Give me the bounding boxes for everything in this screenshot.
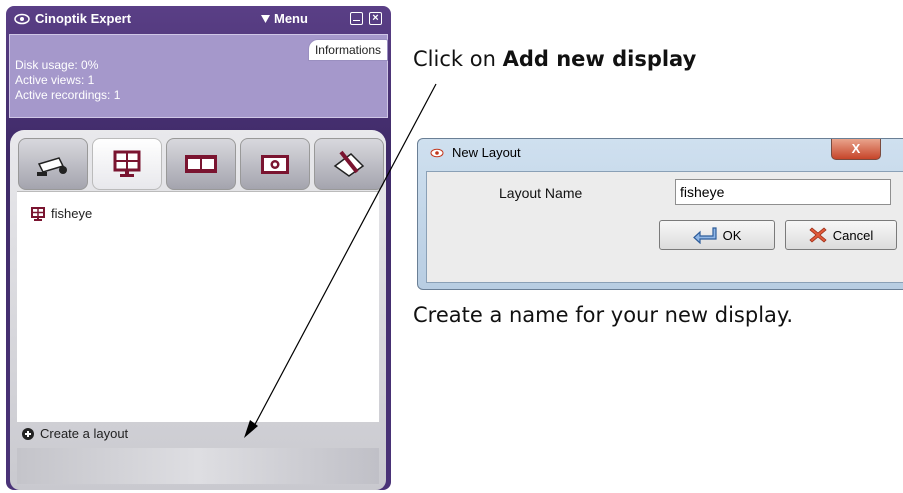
minimize-button[interactable] xyxy=(350,12,363,25)
app-titlebar: Cinoptik Expert Menu × xyxy=(6,6,391,34)
menu-button[interactable]: Menu xyxy=(261,11,308,26)
new-layout-dialog: New Layout X Layout Name fisheye OK Canc… xyxy=(417,138,903,290)
cancel-x-icon xyxy=(809,227,827,243)
tools-icon xyxy=(333,150,365,177)
main-panel: fisheye Create a layout xyxy=(10,130,386,490)
create-layout-button[interactable]: Create a layout xyxy=(22,426,128,441)
menu-label: Menu xyxy=(274,11,308,26)
tab-settings[interactable] xyxy=(314,138,384,190)
add-circle-icon xyxy=(22,427,34,440)
dialog-titlebar: New Layout xyxy=(430,145,521,160)
app-title-text: Cinoptik Expert xyxy=(35,11,132,26)
return-arrow-icon xyxy=(692,227,717,244)
dialog-body: Layout Name fisheye OK Cancel xyxy=(426,171,903,283)
cancel-label: Cancel xyxy=(832,227,874,243)
menu-triangle-icon xyxy=(261,14,270,23)
camera-icon xyxy=(37,157,67,176)
tab-layouts[interactable] xyxy=(92,138,162,190)
instruction-top-prefix: Click on xyxy=(413,47,503,71)
layout-item-label: fisheye xyxy=(51,206,93,221)
info-panel: Informations Disk usage: 0% Active views… xyxy=(9,34,388,118)
instruction-top-bold: Add new display xyxy=(502,47,697,71)
instruction-top: Click on Add new display xyxy=(413,47,696,71)
dialog-close-button[interactable]: X xyxy=(831,139,881,160)
create-layout-label: Create a layout xyxy=(40,426,129,441)
cinoptik-window: Cinoptik Expert Menu × Informations Disk… xyxy=(6,6,391,490)
instruction-bottom: Create a name for your new display. xyxy=(413,303,793,327)
tab-recordings[interactable] xyxy=(166,138,236,190)
display-icon xyxy=(31,206,45,221)
list-item[interactable]: fisheye xyxy=(31,206,92,221)
ok-label: OK xyxy=(722,227,742,243)
close-button[interactable]: × xyxy=(369,12,382,25)
tab-camera[interactable] xyxy=(18,138,88,190)
cancel-button[interactable]: Cancel xyxy=(785,220,897,250)
active-recordings-text: Active recordings: 1 xyxy=(15,88,121,102)
tab-snapshots[interactable] xyxy=(240,138,310,190)
informations-tab[interactable]: Informations xyxy=(307,39,388,61)
film-icon xyxy=(185,155,217,173)
layout-name-input[interactable]: fisheye xyxy=(675,179,891,205)
dialog-title: New Layout xyxy=(452,145,521,160)
app-title: Cinoptik Expert xyxy=(14,11,131,26)
bottom-bar xyxy=(17,448,379,484)
eye-icon xyxy=(430,148,444,157)
disk-usage-text: Disk usage: 0% xyxy=(15,58,99,72)
eye-icon xyxy=(14,13,30,24)
ok-button[interactable]: OK xyxy=(659,220,775,250)
display-icon xyxy=(113,150,141,177)
photo-icon xyxy=(261,155,289,174)
layout-name-label: Layout Name xyxy=(499,185,583,201)
layout-list: fisheye xyxy=(17,191,379,422)
active-views-text: Active views: 1 xyxy=(15,73,95,87)
